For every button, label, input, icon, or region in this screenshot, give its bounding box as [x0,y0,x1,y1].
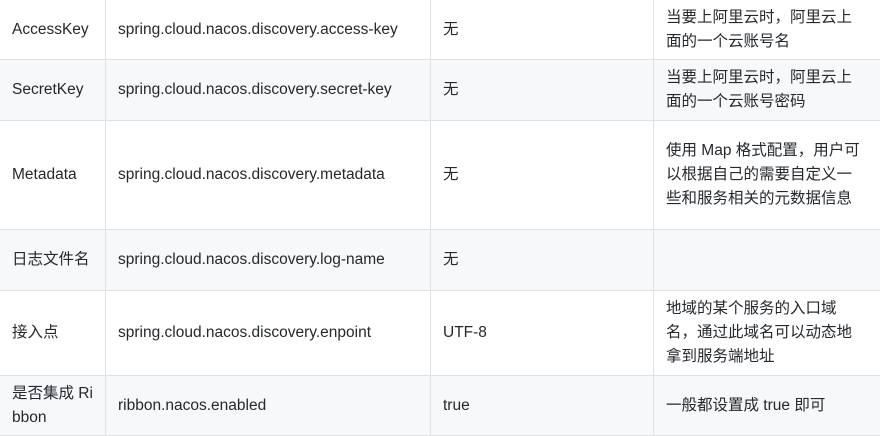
table-row: Metadata spring.cloud.nacos.discovery.me… [0,120,880,230]
default-value-cell: true [430,375,654,436]
default-value-cell: UTF-8 [430,290,654,376]
config-name-cell: 是否集成 Ribbon [0,375,106,436]
config-name-cell: AccessKey [0,0,106,60]
config-key-cell: spring.cloud.nacos.discovery.log-name [105,229,431,291]
description-cell: 使用 Map 格式配置，用户可以根据自己的需要自定义一些和服务相关的元数据信息 [653,120,880,230]
description-cell [653,229,880,291]
config-name-cell: 日志文件名 [0,229,106,291]
config-key-cell: spring.cloud.nacos.discovery.metadata [105,120,431,230]
default-value-cell: 无 [430,229,654,291]
table-row: 是否集成 Ribbon ribbon.nacos.enabled true 一般… [0,375,880,436]
config-table: AccessKey spring.cloud.nacos.discovery.a… [0,0,880,436]
config-name-cell: 接入点 [0,290,106,376]
config-key-cell: spring.cloud.nacos.discovery.enpoint [105,290,431,376]
table-row: AccessKey spring.cloud.nacos.discovery.a… [0,0,880,60]
default-value-cell: 无 [430,0,654,60]
description-cell: 当要上阿里云时，阿里云上面的一个云账号名 [653,0,880,60]
table-row: 接入点 spring.cloud.nacos.discovery.enpoint… [0,290,880,376]
default-value-cell: 无 [430,59,654,121]
config-name-cell: Metadata [0,120,106,230]
config-key-cell: spring.cloud.nacos.discovery.secret-key [105,59,431,121]
config-key-cell: ribbon.nacos.enabled [105,375,431,436]
table-row: SecretKey spring.cloud.nacos.discovery.s… [0,59,880,121]
description-cell: 地域的某个服务的入口域名，通过此域名可以动态地拿到服务端地址 [653,290,880,376]
description-cell: 当要上阿里云时，阿里云上面的一个云账号密码 [653,59,880,121]
config-name-cell: SecretKey [0,59,106,121]
config-key-cell: spring.cloud.nacos.discovery.access-key [105,0,431,60]
default-value-cell: 无 [430,120,654,230]
description-cell: 一般都设置成 true 即可 [653,375,880,436]
table-row: 日志文件名 spring.cloud.nacos.discovery.log-n… [0,229,880,291]
